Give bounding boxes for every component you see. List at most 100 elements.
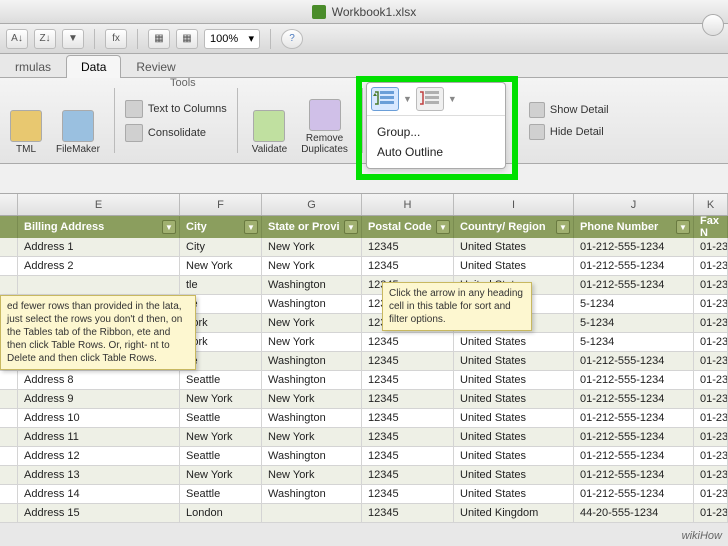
table-cell[interactable]: [262, 504, 362, 523]
table-row[interactable]: Address 8SeattleWashington12345United St…: [0, 371, 728, 390]
table-cell[interactable]: London: [180, 504, 262, 523]
table-cell[interactable]: Address 8: [18, 371, 180, 390]
table-cell[interactable]: New York: [262, 333, 362, 352]
table-cell[interactable]: 01-23: [694, 466, 728, 485]
filter-arrow-icon[interactable]: ▼: [162, 220, 176, 234]
table-cell[interactable]: Washington: [262, 295, 362, 314]
table-cell[interactable]: 01-23: [694, 504, 728, 523]
tab-formulas[interactable]: rmulas: [0, 55, 66, 78]
table-cell[interactable]: 12345: [362, 371, 454, 390]
text-to-columns-button[interactable]: Text to Columns: [125, 100, 227, 118]
column-header[interactable]: G: [262, 194, 362, 215]
table-cell[interactable]: [0, 485, 18, 504]
table-cell[interactable]: 12345: [362, 409, 454, 428]
table-cell[interactable]: 01-23: [694, 485, 728, 504]
table-cell[interactable]: 01-212-555-1234: [574, 409, 694, 428]
table-cell[interactable]: 01-212-555-1234: [574, 447, 694, 466]
consolidate-button[interactable]: Consolidate: [125, 124, 227, 142]
table-cell[interactable]: 01-212-555-1234: [574, 371, 694, 390]
table-cell[interactable]: 01-23: [694, 371, 728, 390]
filter-arrow-icon[interactable]: ▼: [436, 220, 450, 234]
filter-arrow-icon[interactable]: ▼: [344, 220, 358, 234]
table-cell[interactable]: New York: [262, 466, 362, 485]
table-row[interactable]: tleWashington12345United States01-212-55…: [0, 276, 728, 295]
table-cell[interactable]: 01-212-555-1234: [574, 485, 694, 504]
table-cell[interactable]: Address 12: [18, 447, 180, 466]
table-cell[interactable]: Seattle: [180, 447, 262, 466]
table-cell[interactable]: Seattle: [180, 409, 262, 428]
table-cell[interactable]: 12345: [362, 504, 454, 523]
hide-detail-button[interactable]: Hide Detail: [529, 124, 609, 140]
tab-review[interactable]: Review: [121, 55, 190, 78]
table-cell[interactable]: 01-23: [694, 276, 728, 295]
table-cell[interactable]: United States: [454, 428, 574, 447]
group-icon[interactable]: [371, 87, 399, 111]
auto-outline-menu-item[interactable]: Auto Outline: [377, 142, 495, 162]
table-cell[interactable]: 12345: [362, 238, 454, 257]
table-cell[interactable]: New York: [180, 390, 262, 409]
table-cell[interactable]: United States: [454, 447, 574, 466]
table-cell[interactable]: 01-23: [694, 257, 728, 276]
table-cell[interactable]: New York: [262, 257, 362, 276]
table-cell[interactable]: 01-23: [694, 314, 728, 333]
table-cell[interactable]: 12345: [362, 485, 454, 504]
table-cell[interactable]: 01-23: [694, 295, 728, 314]
table-cell[interactable]: Washington: [262, 409, 362, 428]
filter-button[interactable]: ▼: [62, 29, 84, 49]
ungroup-icon[interactable]: [416, 87, 444, 111]
table-cell[interactable]: 5-1234: [574, 314, 694, 333]
layout-button[interactable]: ▦: [148, 29, 170, 49]
table-cell[interactable]: United States: [454, 352, 574, 371]
column-header[interactable]: I: [454, 194, 574, 215]
table-cell[interactable]: Address 14: [18, 485, 180, 504]
table-cell[interactable]: tle: [180, 276, 262, 295]
table-cell[interactable]: 01-212-555-1234: [574, 428, 694, 447]
table-cell[interactable]: Address 10: [18, 409, 180, 428]
sort-desc-button[interactable]: Z↓: [34, 29, 56, 49]
table-cell[interactable]: New York: [262, 314, 362, 333]
group-menu-item[interactable]: Group...: [377, 122, 495, 142]
table-cell[interactable]: 01-23: [694, 333, 728, 352]
table-cell[interactable]: Address 15: [18, 504, 180, 523]
table-cell[interactable]: Washington: [262, 447, 362, 466]
table-cell[interactable]: [0, 238, 18, 257]
column-header[interactable]: [0, 194, 18, 215]
validate-button[interactable]: Validate: [248, 82, 291, 159]
table-cell[interactable]: Address 13: [18, 466, 180, 485]
table-cell[interactable]: United States: [454, 485, 574, 504]
table-cell[interactable]: Address 9: [18, 390, 180, 409]
table-cell[interactable]: [0, 257, 18, 276]
table-row[interactable]: Address 9New YorkNew York12345United Sta…: [0, 390, 728, 409]
filter-arrow-icon[interactable]: ▼: [244, 220, 258, 234]
column-header[interactable]: F: [180, 194, 262, 215]
table-cell[interactable]: 12345: [362, 333, 454, 352]
table-cell[interactable]: 01-23: [694, 409, 728, 428]
table-cell[interactable]: 44-20-555-1234: [574, 504, 694, 523]
table-cell[interactable]: 5-1234: [574, 295, 694, 314]
table-cell[interactable]: 01-212-555-1234: [574, 276, 694, 295]
table-cell[interactable]: City: [180, 238, 262, 257]
table-cell[interactable]: Seattle: [180, 371, 262, 390]
table-cell[interactable]: 01-23: [694, 238, 728, 257]
layout-button-2[interactable]: ▦: [176, 29, 198, 49]
table-cell[interactable]: 01-212-555-1234: [574, 257, 694, 276]
table-cell[interactable]: 12345: [362, 428, 454, 447]
tab-data[interactable]: Data: [66, 55, 121, 78]
fx-button[interactable]: fx: [105, 29, 127, 49]
table-cell[interactable]: 12345: [362, 447, 454, 466]
table-cell[interactable]: [0, 428, 18, 447]
table-row[interactable]: Address 10SeattleWashington12345United S…: [0, 409, 728, 428]
table-row[interactable]: Address 11New YorkNew York12345United St…: [0, 428, 728, 447]
table-cell[interactable]: Washington: [262, 485, 362, 504]
table-cell[interactable]: 01-23: [694, 428, 728, 447]
table-row[interactable]: Address 1CityNew York12345United States0…: [0, 238, 728, 257]
column-header[interactable]: E: [18, 194, 180, 215]
collapse-ribbon-button[interactable]: [702, 14, 724, 36]
table-cell[interactable]: Washington: [262, 276, 362, 295]
table-row[interactable]: Address 15London 12345United Kingdom44-20…: [0, 504, 728, 523]
table-cell[interactable]: Washington: [262, 352, 362, 371]
table-cell[interactable]: United Kingdom: [454, 504, 574, 523]
column-header[interactable]: J: [574, 194, 694, 215]
table-cell[interactable]: New York: [180, 257, 262, 276]
filemaker-button[interactable]: FileMaker: [52, 82, 104, 159]
